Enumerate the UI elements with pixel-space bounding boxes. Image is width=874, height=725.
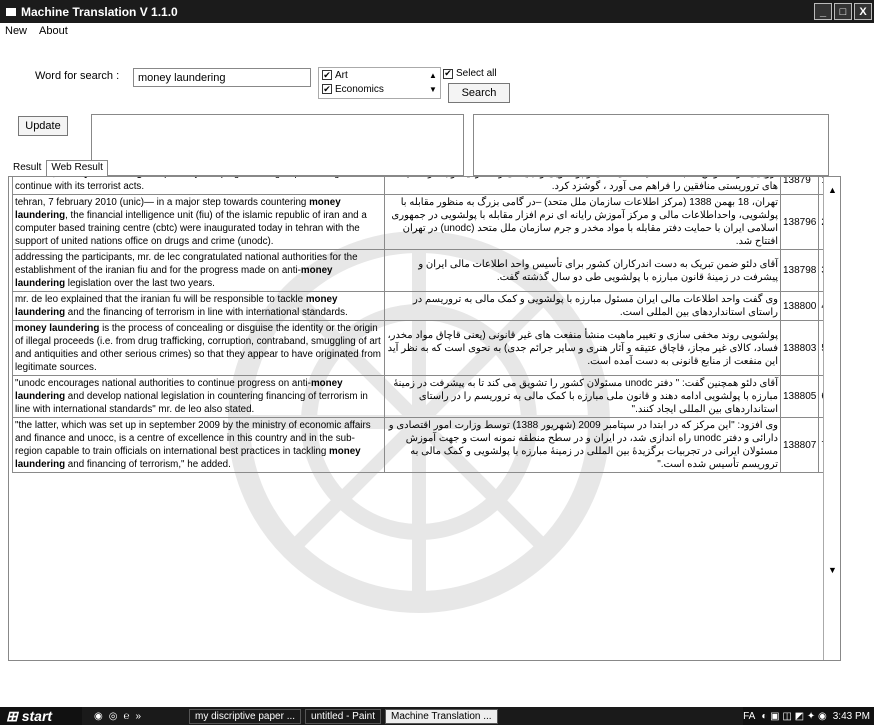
window-controls: _ □ X: [814, 3, 872, 20]
english-text: "unodc encourages national authorities t…: [15, 378, 311, 389]
maximize-button[interactable]: □: [834, 3, 852, 20]
english-text: , the financial intelligence unit (fiu) …: [15, 210, 367, 247]
task-label: untitled - Paint: [311, 710, 375, 722]
taskbar: ⊞ start ◉ ◎ ℮ » my discriptive paper ...…: [0, 707, 874, 725]
translation-text-box[interactable]: [473, 114, 829, 176]
language-indicator[interactable]: FA: [743, 711, 755, 722]
english-text: and the financing of terrorism in line w…: [65, 307, 348, 318]
menu-new[interactable]: New: [5, 25, 27, 43]
english-cell: money laundering is the process of conce…: [12, 320, 385, 376]
checkbox-select-all[interactable]: ✔: [443, 68, 453, 79]
id-cell: 138800: [779, 291, 820, 321]
category-scrollbar[interactable]: ▲ ▼: [428, 69, 438, 97]
id-cell: 138807: [779, 417, 820, 473]
scroll-down-icon[interactable]: ▼: [828, 565, 837, 575]
results-grid[interactable]: activities, money laundering and publici…: [8, 176, 841, 661]
id-cell: 138803: [779, 320, 820, 376]
results-scrollbar[interactable]: ▲ ▼: [823, 177, 840, 660]
table-row[interactable]: money laundering is the process of conce…: [12, 320, 830, 376]
tray-icons[interactable]: ◐ ▣ ◫ ◩ ✦ ◉: [761, 711, 826, 722]
highlighted-term: money laundering: [58, 177, 142, 179]
source-text-box[interactable]: [91, 114, 464, 176]
english-text: "the latter, which was set up in septemb…: [15, 420, 371, 457]
table-row[interactable]: tehran, 7 february 2010 (unic)— in a maj…: [12, 194, 830, 250]
checkbox-economics[interactable]: ✔: [322, 84, 332, 94]
english-text: mr. de leo explained that the iranian fu…: [15, 294, 306, 305]
english-cell: activities, money laundering and publici…: [12, 177, 385, 195]
task-paint[interactable]: untitled - Paint: [305, 708, 381, 724]
task-label: Machine Translation ...: [390, 710, 492, 722]
id-cell: 138796: [779, 194, 820, 250]
category-list[interactable]: ✔ Art ✔ Economics ▲ ▼: [318, 67, 441, 99]
window-title: Machine Translation V 1.1.0: [21, 4, 178, 19]
english-cell: addressing the participants, mr. de lec …: [12, 249, 385, 292]
persian-cell: آقای دلئو همچنین گفت: " دفتر unodc مسئول…: [384, 375, 781, 418]
quick-launch: ◉ ◎ ℮ »: [94, 711, 189, 722]
task-word[interactable]: my discriptive paper ...: [189, 708, 302, 724]
english-text: and financing of terrorism," he added.: [65, 459, 231, 470]
scroll-up-icon[interactable]: ▲: [828, 185, 837, 195]
update-button[interactable]: Update: [18, 116, 68, 136]
persian-cell: پولشویی روند مخفی سازی و تغییر ماهیت منش…: [384, 320, 781, 376]
category-item-economics[interactable]: ✔ Economics: [319, 82, 440, 96]
start-label: start: [21, 708, 53, 724]
windows-logo-icon: ⊞: [6, 707, 18, 724]
select-all-toggle[interactable]: ✔ Select all: [443, 68, 497, 79]
english-cell: "unodc encourages national authorities t…: [12, 375, 385, 418]
results-table: activities, money laundering and publici…: [12, 177, 830, 473]
start-button[interactable]: ⊞ start: [0, 707, 82, 725]
table-row[interactable]: addressing the participants, mr. de lec …: [12, 249, 830, 292]
persian-cell: وی افزود: "این مرکز که در ابتدا در سپتام…: [384, 417, 781, 473]
english-text: legislation over the last two years.: [65, 278, 215, 289]
english-text: activities,: [15, 177, 58, 179]
persian-cell: تهران، 18 بهمن 1388 (مرکز اطلاعات سازمان…: [384, 194, 781, 250]
table-row[interactable]: mr. de leo explained that the iranian fu…: [12, 291, 830, 321]
english-text: and develop national legislation in coun…: [15, 391, 368, 415]
persian-cell: آقای دلئو ضمن تبریک به دست اندرکاران کشو…: [384, 249, 781, 292]
category-label-art: Art: [335, 69, 348, 81]
english-cell: "the latter, which was set up in septemb…: [12, 417, 385, 473]
menu-about[interactable]: About: [39, 25, 68, 43]
table-row[interactable]: activities, money laundering and publici…: [12, 177, 830, 195]
minimize-button[interactable]: _: [814, 3, 832, 20]
browser-icon[interactable]: ◉: [94, 711, 103, 722]
clock: 3:43 PM: [832, 710, 870, 722]
id-cell: 13879: [779, 177, 820, 195]
media-icon[interactable]: ◎: [109, 711, 118, 722]
english-text: tehran, 7 february 2010 (unic)— in a maj…: [15, 197, 310, 208]
category-label-economics: Economics: [335, 83, 384, 95]
checkbox-art[interactable]: ✔: [322, 70, 332, 80]
app-icon: [6, 7, 16, 16]
persian-cell: اروپایی در خصوص ... جمله فعالیت های مالی…: [384, 177, 781, 195]
title-bar: Machine Translation V 1.1.0 _ □ X: [0, 0, 874, 23]
overflow-chevron-icon[interactable]: »: [135, 711, 141, 722]
english-cell: tehran, 7 february 2010 (unic)— in a maj…: [12, 194, 385, 250]
chevron-up-icon[interactable]: ▲: [428, 69, 438, 83]
english-cell: mr. de leo explained that the iranian fu…: [12, 291, 385, 321]
close-button[interactable]: X: [854, 3, 872, 20]
task-machine-translation[interactable]: Machine Translation ...: [384, 708, 498, 724]
highlighted-term: money laundering: [15, 323, 100, 334]
table-row[interactable]: "unodc encourages national authorities t…: [12, 375, 830, 418]
tab-web-result[interactable]: Web Result: [46, 160, 108, 176]
persian-cell: وی گفت واحد اطلاعات مالی ایران مسئول مبا…: [384, 291, 781, 321]
search-button[interactable]: Search: [448, 83, 510, 103]
id-cell: 138798: [779, 249, 820, 292]
tab-bar: Result Web Result: [8, 160, 108, 176]
search-label: Word for search :: [35, 70, 120, 82]
ie-icon[interactable]: ℮: [123, 711, 129, 722]
menu-bar: New About: [0, 25, 68, 43]
select-all-label: Select all: [456, 68, 497, 79]
id-cell: 138805: [779, 375, 820, 418]
tab-result[interactable]: Result: [8, 160, 46, 176]
chevron-down-icon[interactable]: ▼: [428, 83, 438, 97]
table-row[interactable]: "the latter, which was set up in septemb…: [12, 417, 830, 473]
task-label: my discriptive paper ...: [195, 710, 296, 722]
category-item-art[interactable]: ✔ Art: [319, 68, 440, 82]
search-input[interactable]: [133, 68, 311, 87]
system-tray: FA ◐ ▣ ◫ ◩ ✦ ◉ 3:43 PM: [743, 707, 874, 725]
